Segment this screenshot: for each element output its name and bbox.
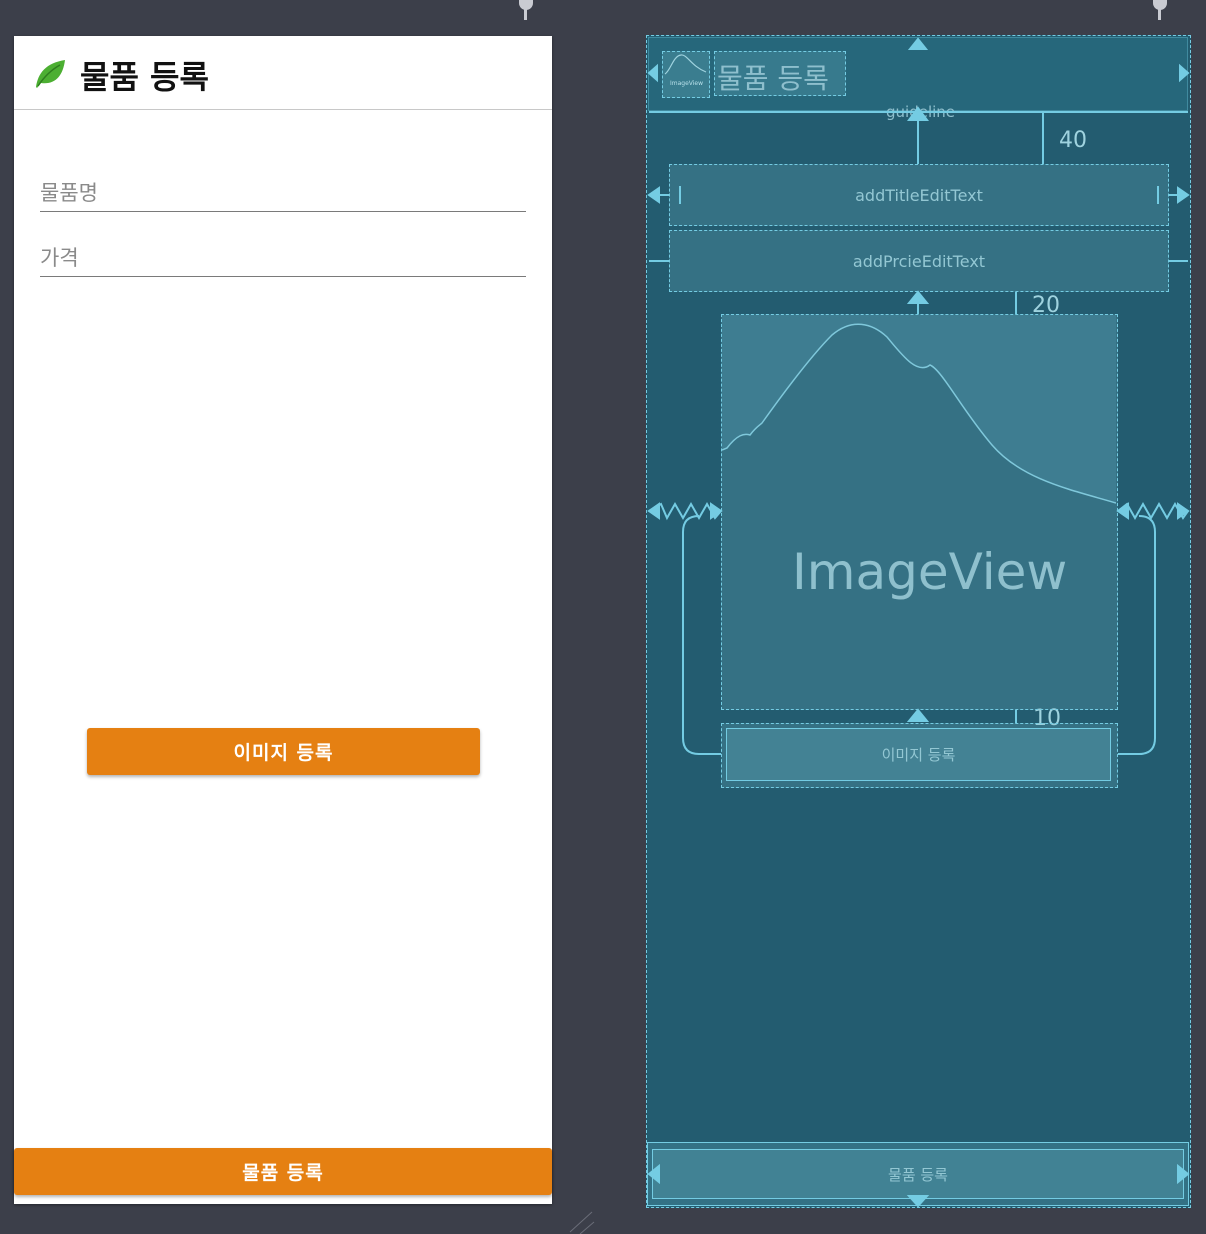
- title-input[interactable]: 물품명: [40, 175, 526, 212]
- resize-corner-icon: [569, 1211, 595, 1234]
- leaf-icon: [36, 60, 65, 88]
- price-input[interactable]: 가격: [40, 240, 526, 277]
- submit-register-button[interactable]: 물품 등록: [14, 1148, 552, 1195]
- image-register-button[interactable]: 이미지 등록: [87, 728, 480, 775]
- design-resize-handle[interactable]: [519, 0, 533, 20]
- design-preview: 물품 등록 물품명 가격 이미지 등록 물품 등록: [14, 36, 552, 1204]
- bp-constraints: [647, 37, 1190, 1208]
- toolbar-title: 물품 등록: [80, 58, 209, 96]
- toolbar: 물품 등록: [14, 36, 552, 110]
- title-input-hint: 물품명: [40, 181, 98, 205]
- blueprint-preview: ImageView 물품 등록 guideline 40 20 10 addTi…: [646, 35, 1191, 1208]
- blueprint-resize-handle[interactable]: [1153, 0, 1167, 20]
- price-input-hint: 가격: [40, 246, 79, 270]
